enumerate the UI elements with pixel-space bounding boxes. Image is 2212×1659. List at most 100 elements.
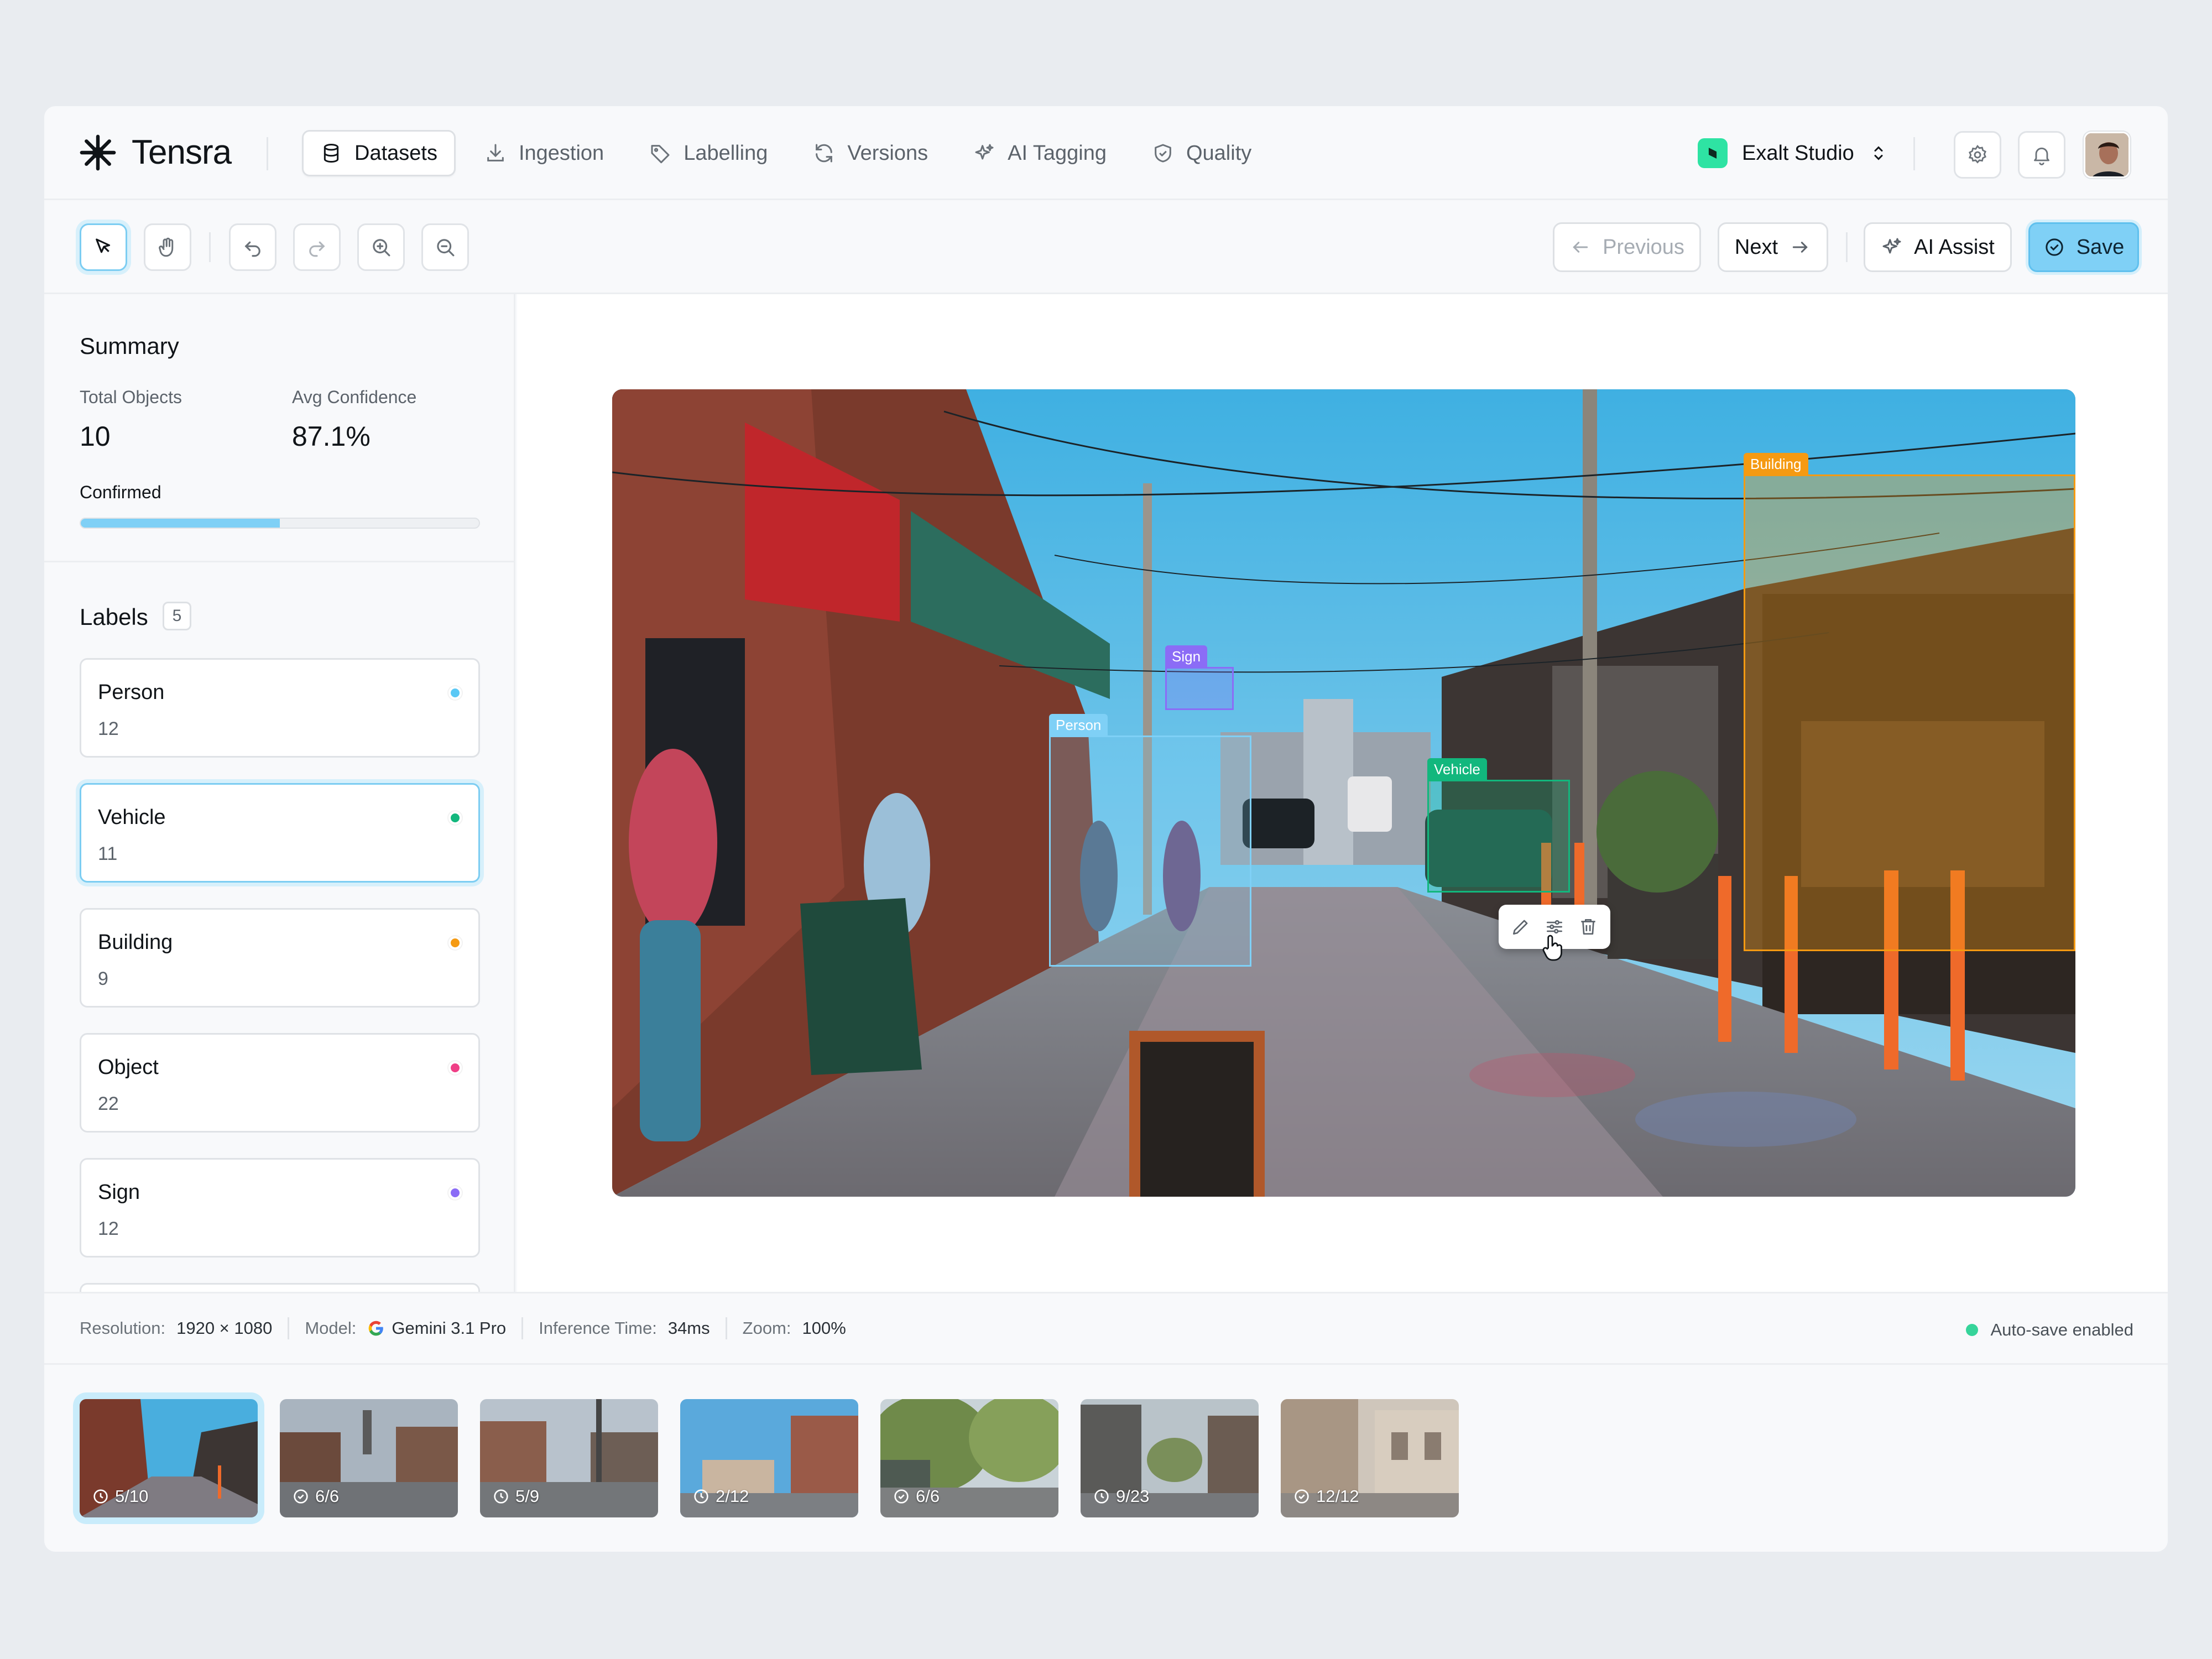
check-circle-icon xyxy=(894,1489,909,1504)
total-objects-value: 10 xyxy=(80,421,111,452)
divider xyxy=(1846,232,1848,262)
check-circle-icon xyxy=(2046,238,2063,256)
thumbnail-count: 9/23 xyxy=(1093,1486,1149,1506)
redo-icon xyxy=(309,241,325,257)
label-count: 9 xyxy=(98,968,108,989)
inference-value: 34ms xyxy=(667,1318,710,1338)
tab-labelling[interactable]: Labelling xyxy=(633,130,784,176)
brand[interactable]: Tensra xyxy=(79,133,232,172)
bell-icon xyxy=(2034,147,2049,165)
label-count: 12 xyxy=(98,1218,119,1239)
thumbnail-count-text: 9/23 xyxy=(1116,1486,1150,1506)
divider xyxy=(267,137,268,170)
app-window: Tensra Datasets Ingestion Labelling Vers… xyxy=(44,106,2168,1552)
select-tool-button[interactable] xyxy=(80,223,127,271)
pencil-icon[interactable] xyxy=(1510,916,1531,937)
editor-toolbar: Previous Next AI Assist Save xyxy=(44,200,2168,294)
bbox-label: Person xyxy=(1049,714,1108,736)
filmstrip-thumbnail[interactable]: 12/12 xyxy=(1281,1399,1459,1517)
clock-icon xyxy=(494,1489,508,1504)
filmstrip-thumbnail[interactable]: 6/6 xyxy=(280,1399,458,1517)
tab-label: Ingestion xyxy=(518,141,604,165)
label-card-object[interactable]: Object 22 xyxy=(80,1033,480,1133)
model-value: Gemini 3.1 Pro xyxy=(392,1318,507,1338)
bbox-person[interactable]: Person xyxy=(1049,714,1251,967)
tab-ai-tagging[interactable]: AI Tagging xyxy=(957,130,1123,176)
divider xyxy=(521,1317,524,1339)
filmstrip-thumbnail[interactable]: 5/9 xyxy=(480,1399,658,1517)
zoom-in-button[interactable] xyxy=(357,223,405,271)
workspace-logo-icon xyxy=(1698,138,1728,168)
settings-button[interactable] xyxy=(1954,131,2001,179)
top-navigation: Tensra Datasets Ingestion Labelling Vers… xyxy=(44,106,2168,200)
label-name: Object xyxy=(98,1056,159,1079)
tab-label: Versions xyxy=(847,141,928,165)
arrow-left-icon xyxy=(1573,242,1588,253)
save-label: Save xyxy=(2076,235,2125,259)
filmstrip-thumbnail[interactable]: 2/12 xyxy=(680,1399,858,1517)
tab-versions[interactable]: Versions xyxy=(796,130,945,176)
notifications-button[interactable] xyxy=(2018,131,2065,179)
ai-assist-button[interactable]: AI Assist xyxy=(1864,222,2012,272)
label-card-building[interactable]: Building 9 xyxy=(80,908,480,1008)
thumbnail-count: 5/9 xyxy=(492,1486,539,1506)
clock-icon xyxy=(1094,1489,1109,1504)
label-color-dot xyxy=(448,936,462,950)
previous-button[interactable]: Previous xyxy=(1553,222,1701,272)
save-button[interactable]: Save xyxy=(2028,222,2139,272)
total-objects-label: Total Objects xyxy=(80,387,182,407)
thumbnail-count: 5/10 xyxy=(92,1486,148,1506)
street-photo[interactable]: Sign Person Vehicle Building xyxy=(612,389,2075,1197)
label-card-vehicle[interactable]: Vehicle 11 xyxy=(80,783,480,883)
redo-button[interactable] xyxy=(293,223,341,271)
zoom-value: 100% xyxy=(802,1318,846,1338)
tab-datasets[interactable]: Datasets xyxy=(302,130,456,176)
filmstrip-thumbnail[interactable]: 5/10 xyxy=(80,1399,258,1517)
status-dot-icon xyxy=(1966,1324,1979,1336)
zoom-label: Zoom: xyxy=(742,1318,791,1338)
label-color-dot xyxy=(448,1061,462,1074)
thumbnail-count: 6/6 xyxy=(893,1486,940,1506)
label-card-sign[interactable]: Sign 12 xyxy=(80,1158,480,1258)
tab-ingestion[interactable]: Ingestion xyxy=(468,130,620,176)
user-avatar[interactable] xyxy=(2084,132,2130,178)
sparkles-icon xyxy=(1882,238,1901,254)
thumbnail-count-text: 2/12 xyxy=(716,1486,749,1506)
autosave-text: Auto-save enabled xyxy=(1990,1320,2133,1339)
avg-confidence-label: Avg Confidence xyxy=(292,387,417,407)
bbox-sign[interactable]: Sign xyxy=(1165,645,1234,710)
label-card-partial[interactable] xyxy=(80,1283,480,1292)
confirmed-label: Confirmed xyxy=(80,482,161,502)
undo-icon xyxy=(244,241,260,257)
progress-fill xyxy=(81,519,280,528)
zoom-in-icon xyxy=(373,239,390,257)
thumbnail-count-text: 5/10 xyxy=(115,1486,149,1506)
hand-pointer-icon xyxy=(1542,935,1562,961)
cursor-icon xyxy=(96,238,111,253)
tab-label: AI Tagging xyxy=(1008,141,1107,165)
tab-quality[interactable]: Quality xyxy=(1135,130,1268,176)
label-card-person[interactable]: Person 12 xyxy=(80,658,480,758)
zoom-out-button[interactable] xyxy=(421,223,469,271)
next-button[interactable]: Next xyxy=(1718,222,1828,272)
resolution-value: 1920 × 1080 xyxy=(176,1318,273,1338)
thumbnail-count-text: 12/12 xyxy=(1316,1486,1359,1506)
pan-tool-button[interactable] xyxy=(144,223,191,271)
bbox-building[interactable]: Building xyxy=(1744,453,2075,951)
filmstrip-thumbnail[interactable]: 9/23 xyxy=(1081,1399,1259,1517)
annotation-canvas[interactable]: Sign Person Vehicle Building xyxy=(517,294,2168,1292)
label-count: 11 xyxy=(98,843,118,864)
bbox-vehicle[interactable]: Vehicle xyxy=(1427,758,1570,893)
filmstrip-thumbnail[interactable]: 6/6 xyxy=(880,1399,1058,1517)
zoom-out-icon xyxy=(437,239,455,257)
trash-icon[interactable] xyxy=(1578,916,1599,937)
tab-label: Labelling xyxy=(684,141,768,165)
arrow-right-icon xyxy=(1792,242,1808,253)
labels-title: Labels xyxy=(80,604,148,630)
bbox-label: Building xyxy=(1744,453,1808,475)
workspace-switcher[interactable]: Exalt Studio xyxy=(1698,134,1888,173)
undo-button[interactable] xyxy=(229,223,276,271)
check-circle-icon xyxy=(294,1489,308,1504)
refresh-icon xyxy=(816,144,833,163)
thumbnail-count: 6/6 xyxy=(292,1486,339,1506)
